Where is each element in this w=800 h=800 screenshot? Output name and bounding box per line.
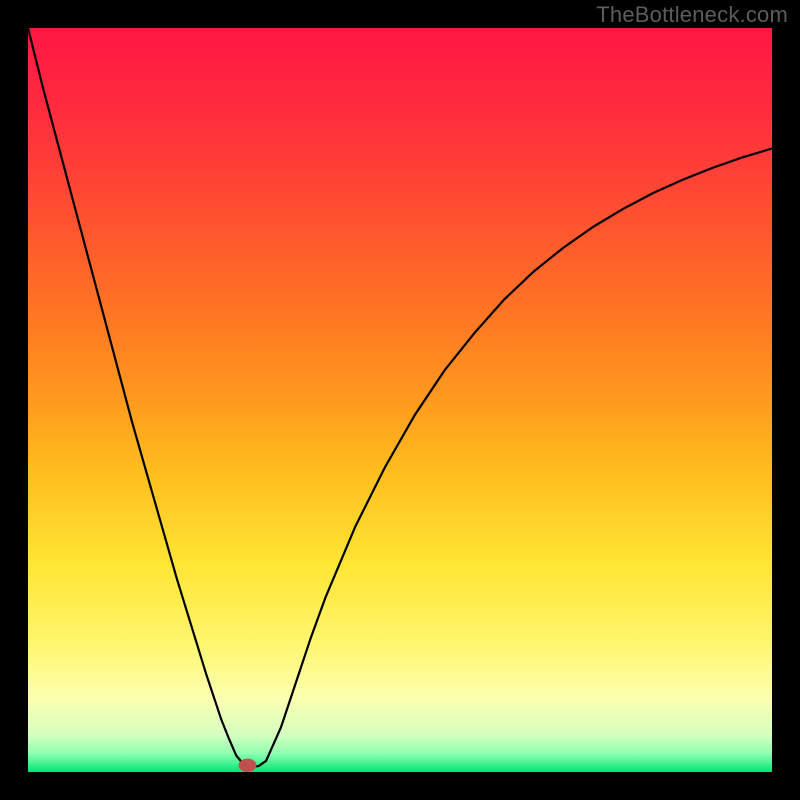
watermark-text: TheBottleneck.com: [596, 2, 788, 28]
chart-svg: [28, 28, 772, 772]
plot-area: [28, 28, 772, 772]
bottleneck-marker: [239, 759, 257, 772]
gradient-rect: [28, 28, 772, 772]
chart-frame: TheBottleneck.com: [0, 0, 800, 800]
